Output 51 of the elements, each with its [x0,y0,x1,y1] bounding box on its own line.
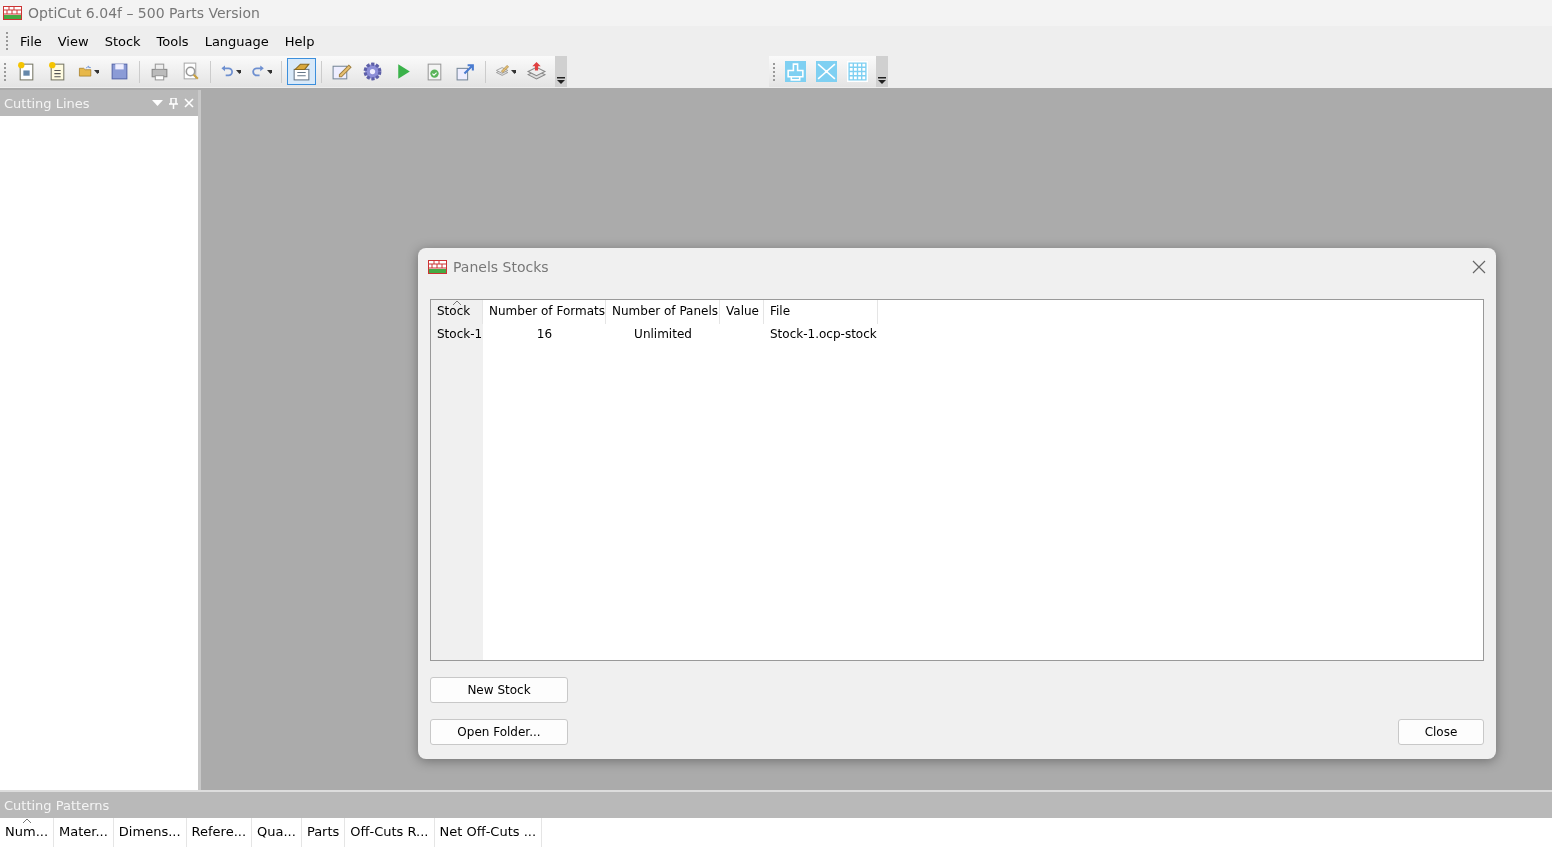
dropdown-icon[interactable] [152,100,163,106]
close-button[interactable]: Close [1398,719,1484,745]
close-icon[interactable] [1472,260,1486,274]
sort-indicator-icon [451,300,462,306]
layers-edit-icon [495,64,510,79]
overflow-icon [878,77,886,84]
undo-icon [220,64,235,79]
grid-icon [847,61,868,82]
column-header[interactable]: Parts [301,818,346,847]
dialog-button[interactable]: Open Folder... [430,719,568,745]
sort-indicator-icon [21,818,32,824]
plotter-icon [785,61,806,82]
panel-title: Cutting Patterns [4,797,111,813]
column-header[interactable]: Dimens... [113,818,187,847]
menu-item[interactable]: File [12,33,50,49]
dialog-button[interactable]: New Stock [430,677,568,703]
menu-grip[interactable] [6,32,9,50]
column-header[interactable]: Off-Cuts R... [345,818,435,847]
column-header[interactable]: Mater... [54,818,114,847]
app-logo-icon [428,260,447,274]
table-cell: Stock-1 [431,324,483,346]
column-header[interactable]: Num... [0,818,55,847]
folder-icon [78,64,93,79]
pin-icon[interactable] [169,97,178,109]
column-header[interactable]: Refere... [186,818,253,847]
panel-title: Cutting Lines [4,95,91,111]
menu-item[interactable]: Language [196,33,277,49]
export-icon [455,61,476,82]
menu-item[interactable]: View [49,33,97,49]
toolbar-grip[interactable] [773,62,776,81]
toolbar-button[interactable] [287,58,316,85]
gear-icon [362,61,383,82]
window-title: OptiCut 6.04f – 500 Parts Version [28,5,260,21]
saw-icon [816,61,837,82]
toolbar-grip[interactable] [4,62,7,81]
menu-item[interactable]: Stock [96,33,149,49]
dialog-title: Panels Stocks [453,259,550,275]
column-header[interactable]: Stock [431,300,483,324]
redo-icon [251,64,266,79]
print-icon [149,61,170,82]
app-logo-icon [3,6,22,20]
overflow-icon [557,77,565,84]
menu-item[interactable]: Tools [148,33,197,49]
save-icon [109,61,130,82]
column-header[interactable]: Net Off-Cuts ... [434,818,543,847]
toolbar-overflow-button[interactable] [555,56,567,87]
layers-upload-icon [526,61,547,82]
stock-panels-icon [291,61,312,82]
toolbar-overflow-button[interactable] [876,56,888,87]
menu-item[interactable]: Help [276,33,323,49]
column-header[interactable]: Qua... [252,818,302,847]
